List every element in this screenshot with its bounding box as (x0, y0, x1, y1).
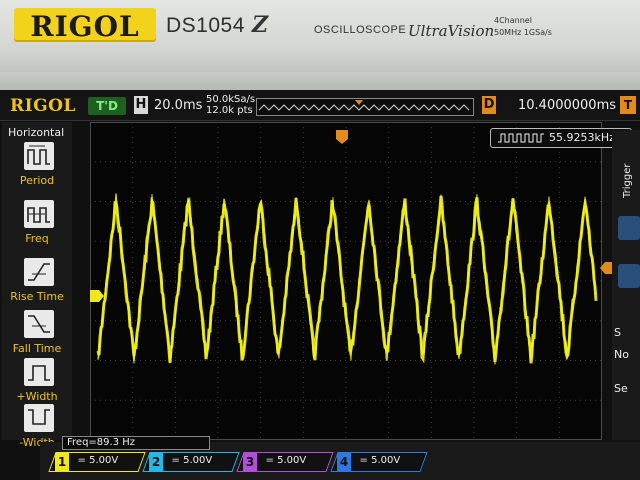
fall-time-icon (24, 310, 54, 338)
channel-1-scale[interactable]: 1 = 5.00V (48, 452, 146, 472)
trigger-menu-item[interactable] (618, 216, 640, 240)
measure-fall-time-label: Fall Time (12, 342, 62, 355)
sample-info: 50.0kSa/s 12.0k pts (206, 94, 255, 116)
waveform-display (89, 121, 603, 441)
frequency-icon (24, 200, 54, 228)
channel-number: 4 (337, 453, 351, 471)
measure-pos-width-item[interactable]: +Width (2, 358, 72, 410)
trigger-status-badge: T'D (88, 97, 126, 115)
menu-title: Horizontal (8, 126, 65, 139)
measure-pos-width-label: +Width (16, 390, 58, 403)
measure-period-label: Period (19, 174, 55, 187)
spec-bandwidth: 50MHz 1GSa/s (494, 28, 552, 37)
square-wave-icon (498, 133, 544, 143)
graticule (89, 121, 603, 441)
ch1-trace (97, 196, 597, 362)
trigger-menu-title: Trigger (622, 163, 633, 199)
memory-waveform-icon (258, 100, 470, 111)
channel-scale-value: = 5.00V (359, 455, 401, 466)
channel-number: 1 (55, 453, 69, 471)
sample-rate: 50.0kSa/s (206, 94, 256, 105)
trigger-label: T (620, 96, 636, 114)
frequency-counter: Freq=89.3 Hz (62, 436, 210, 450)
ch1-ground-marker-icon (90, 290, 104, 302)
rise-time-icon (24, 258, 54, 286)
status-bar: RIGOL T'D H 20.0ms 50.0kSa/s 12.0k pts D… (0, 90, 640, 121)
model-number: DS1054 (166, 14, 245, 37)
measure-rise-time-label: Rise Time (10, 290, 64, 303)
device-type: OSCILLOSCOPE (314, 24, 407, 36)
delay-label: D (482, 96, 496, 114)
trigger-soft-label: S (614, 326, 621, 339)
period-icon (24, 142, 54, 170)
channel-2-scale[interactable]: 2 = 5.00V (142, 452, 240, 472)
timebase-value[interactable]: 20.0ms (154, 98, 202, 113)
horizontal-measure-menu: Horizontal Period Freq Rise Time Fall Ti… (2, 122, 72, 449)
positive-width-icon (24, 358, 54, 386)
horizontal-label: H (134, 96, 148, 114)
oscilloscope-photo: RIGOL DS1054 Z OSCILLOSCOPE UltraVision … (0, 0, 640, 480)
measure-fall-time-item[interactable]: Fall Time (2, 310, 72, 362)
memory-depth: 12.0k pts (206, 105, 253, 116)
measure-rise-time-item[interactable]: Rise Time (2, 258, 72, 310)
channel-scale-value: = 5.00V (265, 455, 307, 466)
measure-freq-label: Freq (25, 232, 49, 245)
device-bezel: RIGOL DS1054 Z OSCILLOSCOPE UltraVision … (0, 0, 640, 72)
trigger-menu-item[interactable] (618, 264, 640, 288)
brand-logo-text: RIGOL (30, 10, 140, 43)
spec-channels: 4Channel (494, 16, 532, 25)
channel-number: 3 (243, 453, 257, 471)
channel-scale-value: = 5.00V (77, 455, 119, 466)
measured-frequency-value: 55.9253kHz (549, 131, 615, 144)
channel-scale-value: = 5.00V (171, 455, 213, 466)
trigger-soft-label: No (614, 348, 629, 361)
measure-freq-item[interactable]: Freq (2, 200, 72, 252)
screen-brand: RIGOL (10, 96, 76, 116)
model-suffix: Z (252, 12, 269, 38)
delay-value[interactable]: 10.4000000ms (518, 98, 616, 113)
brand-logo: RIGOL (14, 8, 156, 43)
measure-period-item[interactable]: Period (2, 142, 72, 194)
series-name: UltraVision (408, 22, 495, 40)
trigger-position-marker-icon (355, 100, 363, 105)
screen: RIGOL T'D H 20.0ms 50.0kSa/s 12.0k pts D… (0, 90, 640, 480)
measured-frequency-box: 55.9253kHz (490, 128, 632, 148)
trigger-time-marker-icon (336, 130, 348, 144)
trigger-soft-label: Se (614, 382, 628, 395)
channel-3-scale[interactable]: 3 = 5.00V (236, 452, 334, 472)
channel-4-scale[interactable]: 4 = 5.00V (330, 452, 428, 472)
memory-position-bar[interactable] (256, 98, 474, 116)
negative-width-icon (24, 404, 54, 432)
channel-number: 2 (149, 453, 163, 471)
